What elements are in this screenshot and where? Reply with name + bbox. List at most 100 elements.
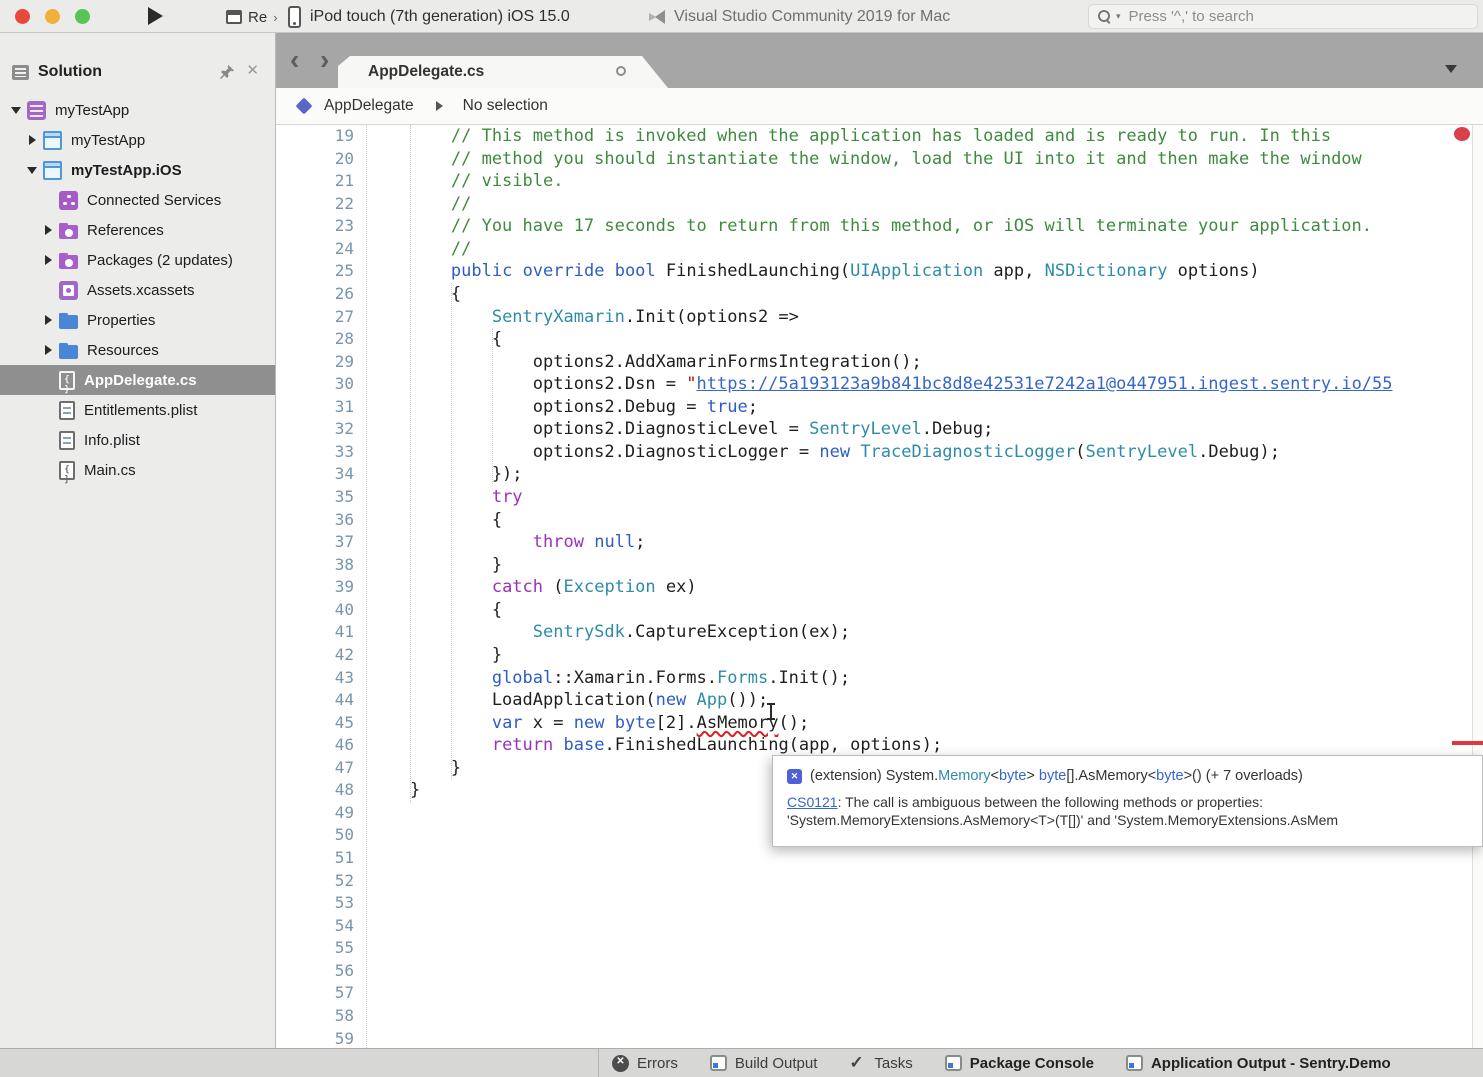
configuration-selector[interactable]: Re › bbox=[226, 5, 278, 29]
code-line[interactable]: 43 global::Xamarin.Forms.Forms.Init(); bbox=[276, 667, 1483, 690]
code-line[interactable]: 33 options2.DiagnosticLogger = new Trace… bbox=[276, 441, 1483, 464]
code-line[interactable]: 21 // visible. bbox=[276, 170, 1483, 193]
global-search[interactable]: ▾ bbox=[1088, 4, 1478, 29]
code-line[interactable]: 32 options2.DiagnosticLevel = SentryLeve… bbox=[276, 418, 1483, 441]
code-line[interactable]: 19 // This method is invoked when the ap… bbox=[276, 125, 1483, 148]
code-line[interactable]: 37 throw null; bbox=[276, 531, 1483, 554]
device-selector[interactable]: iPod touch (7th generation) iOS 15.0 bbox=[288, 4, 570, 30]
line-number: 45 bbox=[276, 712, 354, 735]
statusbar-item-errors[interactable]: Errors bbox=[612, 1055, 678, 1072]
close-window-button[interactable] bbox=[15, 9, 30, 24]
console-icon bbox=[945, 1055, 962, 1071]
app-title-area: Visual Studio Community 2019 for Mac bbox=[648, 4, 950, 30]
code-line[interactable]: 40 { bbox=[276, 599, 1483, 622]
zoom-window-button[interactable] bbox=[75, 9, 90, 24]
tree-item-resources[interactable]: Resources bbox=[0, 335, 275, 365]
statusbar-item-tasks[interactable]: Tasks bbox=[849, 1055, 912, 1072]
code-text: var x = new byte[2].AsMemory(); bbox=[369, 712, 809, 735]
code-line[interactable]: 58 bbox=[276, 1005, 1483, 1028]
caret-right-icon[interactable] bbox=[40, 222, 56, 238]
caret-down-icon[interactable] bbox=[8, 102, 24, 118]
project-icon bbox=[43, 131, 62, 150]
code-line[interactable]: 54 bbox=[276, 915, 1483, 938]
code-line[interactable]: 42 } bbox=[276, 644, 1483, 667]
caret-right-icon[interactable] bbox=[40, 342, 56, 358]
code-line[interactable]: 35 try bbox=[276, 486, 1483, 509]
tree-item-connected-services[interactable]: Connected Services bbox=[0, 185, 275, 215]
error-code-link[interactable]: CS0121 bbox=[787, 794, 838, 810]
breadcrumb-arrow-icon bbox=[436, 101, 443, 111]
caret-down-icon[interactable] bbox=[24, 162, 40, 178]
code-line[interactable]: 52 bbox=[276, 870, 1483, 893]
tree-item-label: Main.cs bbox=[84, 462, 136, 479]
code-line[interactable]: 55 bbox=[276, 937, 1483, 960]
code-line[interactable]: 59 bbox=[276, 1028, 1483, 1049]
caret-right-icon[interactable] bbox=[24, 132, 40, 148]
code-line[interactable]: 36 { bbox=[276, 509, 1483, 532]
tree-item-label: Assets.xcassets bbox=[87, 282, 195, 299]
code-line[interactable]: 34 }); bbox=[276, 463, 1483, 486]
tree-item-mytestapp[interactable]: myTestApp bbox=[0, 125, 275, 155]
code-line[interactable]: 53 bbox=[276, 892, 1483, 915]
tree-item-entitlements-plist[interactable]: Entitlements.plist bbox=[0, 395, 275, 425]
breadcrumb-selection[interactable]: No selection bbox=[463, 97, 548, 115]
minimize-window-button[interactable] bbox=[45, 9, 60, 24]
caret-right-icon[interactable] bbox=[40, 252, 56, 268]
close-pad-icon[interactable]: ✕ bbox=[246, 62, 259, 80]
caret-right-icon[interactable] bbox=[40, 312, 56, 328]
navigate-back-icon[interactable]: ‹ bbox=[290, 45, 299, 75]
code-line[interactable]: 57 bbox=[276, 982, 1483, 1005]
statusbar-item-application-output-sentry-demo[interactable]: Application Output - Sentry.Demo bbox=[1126, 1055, 1391, 1072]
tree-item-info-plist[interactable]: Info.plist bbox=[0, 425, 275, 455]
tree-item-appdelegate-cs[interactable]: AppDelegate.cs bbox=[0, 365, 275, 395]
line-number: 39 bbox=[276, 576, 354, 599]
line-number: 35 bbox=[276, 486, 354, 509]
code-line[interactable]: 26 { bbox=[276, 283, 1483, 306]
code-line[interactable]: 51 bbox=[276, 847, 1483, 870]
code-line[interactable]: 27 SentryXamarin.Init(options2 => bbox=[276, 306, 1483, 329]
tree-item-assets-xcassets[interactable]: Assets.xcassets bbox=[0, 275, 275, 305]
tree-item-main-cs[interactable]: Main.cs bbox=[0, 455, 275, 485]
code-text: // You have 17 seconds to return from th… bbox=[369, 215, 1372, 238]
code-line[interactable]: 44 LoadApplication(new App()); bbox=[276, 689, 1483, 712]
search-scope-chevron-icon: ▾ bbox=[1116, 11, 1121, 22]
code-line[interactable]: 23 // You have 17 seconds to return from… bbox=[276, 215, 1483, 238]
code-text: public override bool FinishedLaunching(U… bbox=[369, 260, 1260, 283]
code-line[interactable]: 46 return base.FinishedLaunching(app, op… bbox=[276, 734, 1483, 757]
code-editor[interactable]: 19 // This method is invoked when the ap… bbox=[276, 125, 1483, 1048]
code-text: options2.DiagnosticLevel = SentryLevel.D… bbox=[369, 418, 993, 441]
statusbar-item-package-console[interactable]: Package Console bbox=[945, 1055, 1094, 1072]
breadcrumb-class[interactable]: AppDelegate bbox=[324, 97, 414, 115]
code-line[interactable]: 20 // method you should instantiate the … bbox=[276, 148, 1483, 171]
code-line[interactable]: 28 { bbox=[276, 328, 1483, 351]
code-line[interactable]: 22 // bbox=[276, 193, 1483, 216]
editor-scrollbar[interactable] bbox=[1472, 125, 1483, 1048]
pin-icon[interactable] bbox=[219, 64, 235, 80]
code-line[interactable]: 30 options2.Dsn = "https://5a193123a9b84… bbox=[276, 373, 1483, 396]
tree-item-mytestapp[interactable]: myTestApp bbox=[0, 95, 275, 125]
tab-appdelegate[interactable]: AppDelegate.cs bbox=[338, 56, 668, 88]
line-number: 23 bbox=[276, 215, 354, 238]
run-button[interactable] bbox=[148, 7, 163, 25]
search-input[interactable] bbox=[1129, 8, 1429, 25]
tree-item-label: Resources bbox=[87, 342, 159, 359]
code-line[interactable]: 45 var x = new byte[2].AsMemory(); bbox=[276, 712, 1483, 735]
code-line[interactable]: 29 options2.AddXamarinFormsIntegration()… bbox=[276, 351, 1483, 374]
code-line[interactable]: 38 } bbox=[276, 554, 1483, 577]
tree-item-mytestapp-ios[interactable]: myTestApp.iOS bbox=[0, 155, 275, 185]
statusbar-item-label: Application Output - Sentry.Demo bbox=[1151, 1055, 1391, 1072]
solution-pad-title: Solution bbox=[38, 63, 102, 81]
navigate-forward-icon[interactable]: › bbox=[320, 45, 329, 75]
tree-item-packages-2-updates-[interactable]: Packages (2 updates) bbox=[0, 245, 275, 275]
tree-item-references[interactable]: References bbox=[0, 215, 275, 245]
tab-list-dropdown-icon[interactable] bbox=[1445, 65, 1457, 73]
statusbar-item-build-output[interactable]: Build Output bbox=[710, 1055, 818, 1072]
code-line[interactable]: 24 // bbox=[276, 238, 1483, 261]
tree-item-properties[interactable]: Properties bbox=[0, 305, 275, 335]
code-line[interactable]: 31 options2.Debug = true; bbox=[276, 396, 1483, 419]
code-line[interactable]: 39 catch (Exception ex) bbox=[276, 576, 1483, 599]
code-line[interactable]: 41 SentrySdk.CaptureException(ex); bbox=[276, 621, 1483, 644]
code-line[interactable]: 56 bbox=[276, 960, 1483, 983]
line-number: 49 bbox=[276, 802, 354, 825]
code-line[interactable]: 25 public override bool FinishedLaunchin… bbox=[276, 260, 1483, 283]
